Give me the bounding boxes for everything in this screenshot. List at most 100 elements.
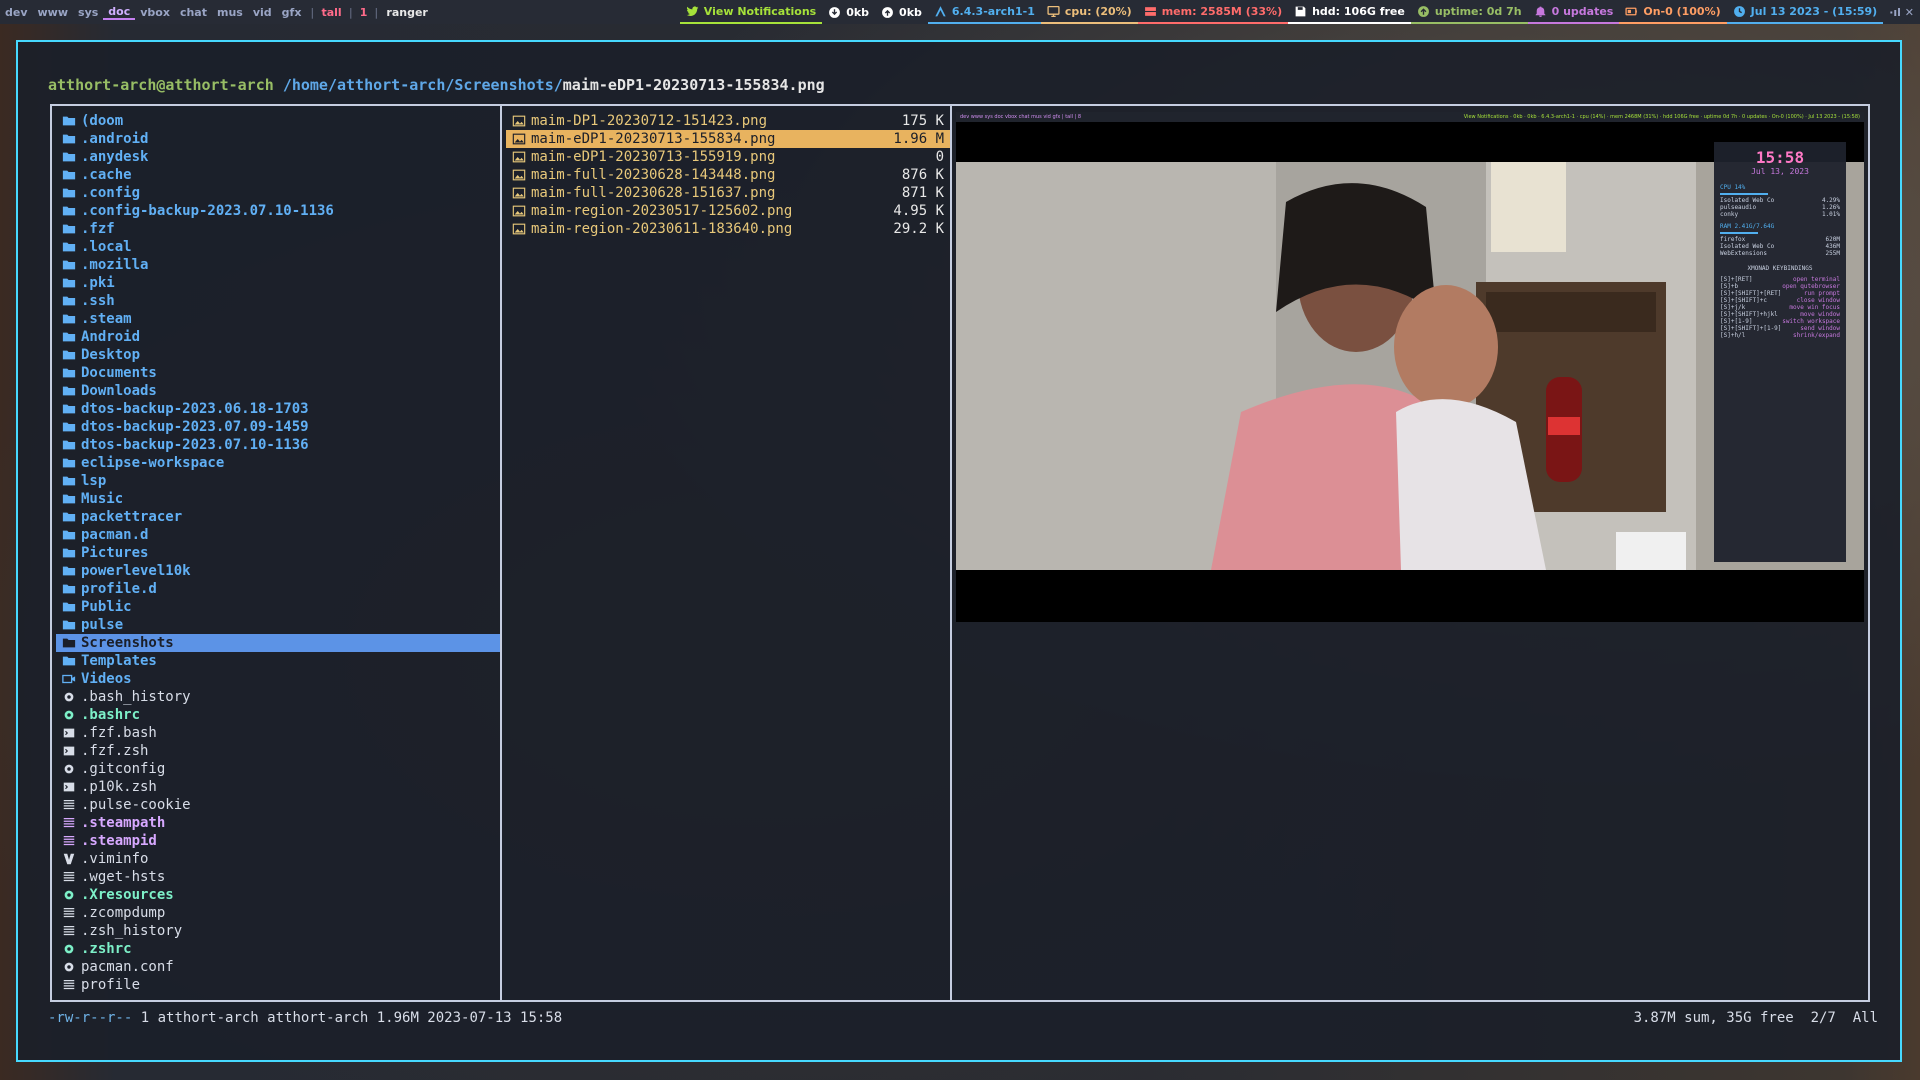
layout-indicator[interactable]: tall — [318, 6, 344, 19]
item-name: Public — [81, 599, 132, 615]
directory-item[interactable]: .local — [56, 238, 500, 256]
item-name: .viminfo — [81, 851, 149, 867]
directory-item[interactable]: profile.d — [56, 580, 500, 598]
file-item[interactable]: .wget-hsts — [56, 868, 500, 886]
arch-linux-icon — [935, 5, 946, 16]
conky-memory-row-value: 620M — [1825, 236, 1840, 243]
file-item[interactable]: .p10k.zsh — [56, 778, 500, 796]
directory-item[interactable]: pulse — [56, 616, 500, 634]
folder-icon — [62, 402, 76, 416]
directory-item[interactable]: lsp — [56, 472, 500, 490]
folder-icon — [62, 384, 76, 398]
file-item[interactable]: maim-eDP1-20230713-155919.png 0 — [506, 148, 950, 166]
directory-item[interactable]: .steam — [56, 310, 500, 328]
item-name: .steampid — [81, 833, 157, 849]
directory-item[interactable]: Templates — [56, 652, 500, 670]
file-item[interactable]: pacman.conf — [56, 958, 500, 976]
vim-icon — [62, 852, 76, 866]
directory-item[interactable]: .android — [56, 130, 500, 148]
directory-item[interactable]: .fzf — [56, 220, 500, 238]
file-item[interactable]: .Xresources — [56, 886, 500, 904]
directory-item[interactable]: .mozilla — [56, 256, 500, 274]
notifications-module[interactable]: View Notifications — [679, 0, 823, 24]
folder-icon — [62, 456, 76, 470]
clock-module[interactable]: Jul 13 2023 - (15:59) — [1726, 0, 1884, 24]
directory-item[interactable]: pacman.d — [56, 526, 500, 544]
directory-item[interactable]: Videos — [56, 670, 500, 688]
file-item[interactable]: maim-full-20230628-151637.png 871 K — [506, 184, 950, 202]
current-directory-pane[interactable]: maim-DP1-20230712-151423.png 175 Kmaim-eD… — [502, 106, 952, 1000]
conky-memory-row-key: Isolated Web Co — [1720, 243, 1775, 250]
directory-item[interactable]: Android — [56, 328, 500, 346]
file-item[interactable]: .steampid — [56, 832, 500, 850]
directory-item[interactable]: .config — [56, 184, 500, 202]
item-name: .config-backup-2023.07.10-1136 — [81, 203, 334, 219]
workspace-chat[interactable]: chat — [175, 6, 212, 19]
directory-item[interactable]: .anydesk — [56, 148, 500, 166]
file-item[interactable]: profile — [56, 976, 500, 994]
workspace-dev[interactable]: dev — [0, 6, 33, 19]
file-item[interactable]: maim-region-20230517-125602.png 4.95 K — [506, 202, 950, 220]
file-item[interactable]: .gitconfig — [56, 760, 500, 778]
directory-item[interactable]: packettracer — [56, 508, 500, 526]
workspace-www[interactable]: www — [33, 6, 74, 19]
file-item[interactable]: .steampath — [56, 814, 500, 832]
directory-item[interactable]: .cache — [56, 166, 500, 184]
file-item[interactable]: .bash_history — [56, 688, 500, 706]
directory-item[interactable]: eclipse-workspace — [56, 454, 500, 472]
file-item[interactable]: .zsh_history — [56, 922, 500, 940]
directory-item[interactable]: .config-backup-2023.07.10-1136 — [56, 202, 500, 220]
file-name: maim-eDP1-20230713-155834.png — [531, 131, 776, 147]
directory-item[interactable]: dtos-backup-2023.07.10-1136 — [56, 436, 500, 454]
directory-item[interactable]: Music — [56, 490, 500, 508]
system-tray[interactable]: ·ıl ✕ — [1883, 6, 1920, 19]
file-size: 175 K — [901, 113, 944, 129]
current-directory: /home/atthort-arch/Screenshots/ — [282, 76, 563, 94]
workspace-vbox[interactable]: vbox — [135, 6, 175, 19]
item-name: powerlevel10k — [81, 563, 191, 579]
file-item[interactable]: .zshrc — [56, 940, 500, 958]
item-name: Documents — [81, 365, 157, 381]
arrow-down-circle-icon — [829, 6, 841, 18]
directory-item[interactable]: (doom — [56, 112, 500, 130]
item-name: profile — [81, 977, 141, 993]
conky-process-row-key: pulseaudio — [1720, 204, 1757, 211]
directory-item[interactable]: powerlevel10k — [56, 562, 500, 580]
directory-item[interactable]: Desktop — [56, 346, 500, 364]
selected-directory[interactable]: Screenshots — [56, 634, 500, 652]
workspace-gfx[interactable]: gfx — [277, 6, 307, 19]
directory-item[interactable]: Public — [56, 598, 500, 616]
file-item[interactable]: maim-full-20230628-143448.png 876 K — [506, 166, 950, 184]
selected-file[interactable]: maim-eDP1-20230713-155834.png 1.96 M — [506, 130, 950, 148]
directory-item[interactable]: Pictures — [56, 544, 500, 562]
file-item[interactable]: .pulse-cookie — [56, 796, 500, 814]
workspace-vid[interactable]: vid — [248, 6, 277, 19]
directory-item[interactable]: .pki — [56, 274, 500, 292]
terminal-window[interactable]: atthort-arch@atthort-arch /home/atthort-… — [16, 40, 1902, 1062]
workspace-doc[interactable]: doc — [103, 5, 136, 20]
file-item[interactable]: .fzf.bash — [56, 724, 500, 742]
file-item[interactable]: .zcompdump — [56, 904, 500, 922]
file-item[interactable]: .bashrc — [56, 706, 500, 724]
directory-summary: 3.87M sum, 35G free 2/7 All — [1633, 1010, 1878, 1026]
directory-item[interactable]: .ssh — [56, 292, 500, 310]
file-item[interactable]: .fzf.zsh — [56, 742, 500, 760]
folder-icon — [62, 636, 76, 650]
parent-directory-list: (doom .android .anydesk .cache .config .confi… — [52, 106, 500, 994]
directory-item[interactable]: Documents — [56, 364, 500, 382]
file-item[interactable]: maim-region-20230611-183640.png 29.2 K — [506, 220, 950, 238]
parent-directory-pane[interactable]: (doom .android .anydesk .cache .config .confi… — [52, 106, 502, 1000]
directory-item[interactable]: Downloads — [56, 382, 500, 400]
conky-keybinding-row: [S]+h/l shrink/expand — [1720, 332, 1840, 339]
file-item[interactable]: maim-DP1-20230712-151423.png 175 K — [506, 112, 950, 130]
directory-item[interactable]: dtos-backup-2023.07.09-1459 — [56, 418, 500, 436]
workspace-mus[interactable]: mus — [212, 6, 248, 19]
workspace-sys[interactable]: sys — [73, 6, 103, 19]
conky-widget: 15:58 Jul 13, 2023 CPU 14% Isolated Web … — [1714, 142, 1846, 562]
file-name: maim-full-20230628-151637.png — [531, 185, 776, 201]
updates-module[interactable]: 0 updates — [1527, 0, 1620, 24]
directory-item[interactable]: dtos-backup-2023.06.18-1703 — [56, 400, 500, 418]
file-item[interactable]: .viminfo — [56, 850, 500, 868]
item-name: .mozilla — [81, 257, 149, 273]
conky-date: Jul 13, 2023 — [1751, 167, 1809, 176]
